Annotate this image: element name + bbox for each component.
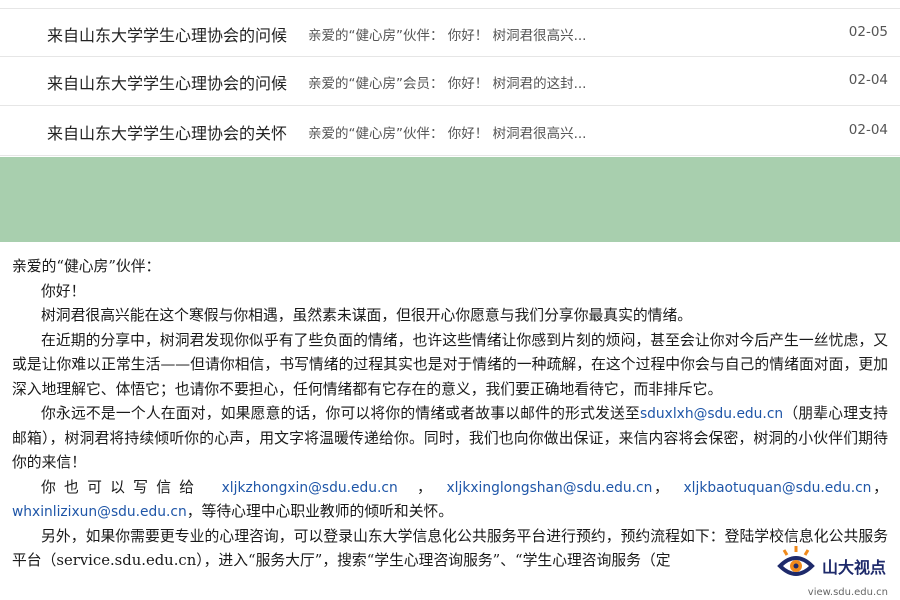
mail-preview: 亲爱的“健心房”伙伴： 你好！ 树洞君很高兴...: [308, 28, 587, 44]
selection-highlight-band: [0, 157, 900, 242]
email-link-whxinlizixun[interactable]: whxinlizixun@sdu.edu.cn: [12, 504, 187, 520]
mail-subject: 来自山东大学学生心理协会的问候: [47, 26, 288, 45]
mail-date: 02-04: [848, 122, 888, 138]
mail-date: 02-05: [848, 24, 888, 40]
mail-preview: 亲爱的“健心房”伙伴： 你好！ 树洞君很高兴...: [308, 126, 587, 142]
mail-list: 来自山东大学学生心理协会的问候 亲爱的“健心房”伙伴： 你好！ 树洞君很高兴..…: [0, 0, 900, 157]
letter-salutation: 亲爱的“健心房”伙伴：: [12, 258, 161, 275]
mail-subject: 来自山东大学学生心理协会的关怀: [47, 124, 288, 143]
mail-date: 02-04: [848, 72, 888, 88]
mail-subject: 来自山东大学学生心理协会的问候: [47, 74, 288, 93]
letter-text: 你也可以写信给: [41, 478, 203, 496]
mail-list-item[interactable]: 来自山东大学学生心理协会的问候 亲爱的“健心房”伙伴： 你好！ 树洞君很高兴..…: [0, 8, 900, 57]
email-link-sduxlxh[interactable]: sduxlxh@sdu.edu.cn: [640, 406, 783, 422]
letter-text: ，等待心理中心职业教师的倾听和关怀。: [186, 503, 454, 520]
mail-preview: 亲爱的“健心房”会员： 你好！ 树洞君的这封...: [308, 76, 587, 92]
letter-paragraph: 树洞君很高兴能在这个寒假与你相遇，虽然素未谋面，但很开心你愿意与我们分享你最真实…: [41, 307, 693, 324]
letter-paragraph: 在近期的分享中，树洞君发现你似乎有了些负面的情绪，也许这些情绪让你感到片刻的烦闷…: [12, 331, 888, 398]
letter-paragraph: 另外，如果你需要更专业的心理咨询，可以登录山东大学信息化公共服务平台进行预约，预…: [12, 527, 888, 570]
letter-paragraph: 你永远不是一个人在面对，如果愿意的话，你可以将你的情绪或者故事以邮件的形式发送至…: [0, 402, 900, 476]
mail-list-item[interactable]: 来自山东大学学生心理协会的问候 亲爱的“健心房”会员： 你好！ 树洞君的这封..…: [0, 57, 900, 106]
letter-greeting: 你好！: [41, 282, 86, 300]
email-link-zhongxin[interactable]: xljkzhongxin@sdu.edu.cn: [222, 480, 398, 496]
letter-paragraph: 你也可以写信给 xljkzhongxin@sdu.edu.cn ， xljkxi…: [12, 478, 888, 521]
letter-text: 你永远不是一个人在面对，如果愿意的话，你可以将你的情绪或者故事以邮件的形式发送至: [41, 405, 640, 422]
email-link-baotuquan[interactable]: xljkbaotuquan@sdu.edu.cn: [684, 480, 872, 496]
letter-body: 亲爱的“健心房”伙伴： 你好！ 树洞君很高兴能在这个寒假与你相遇，虽然素未谋面，…: [0, 242, 900, 600]
email-link-xinglongshan[interactable]: xljkxinglongshan@sdu.edu.cn: [447, 480, 653, 496]
mail-list-item[interactable]: 来自山东大学学生心理协会的关怀 亲爱的“健心房”伙伴： 你好！ 树洞君很高兴..…: [0, 107, 900, 156]
